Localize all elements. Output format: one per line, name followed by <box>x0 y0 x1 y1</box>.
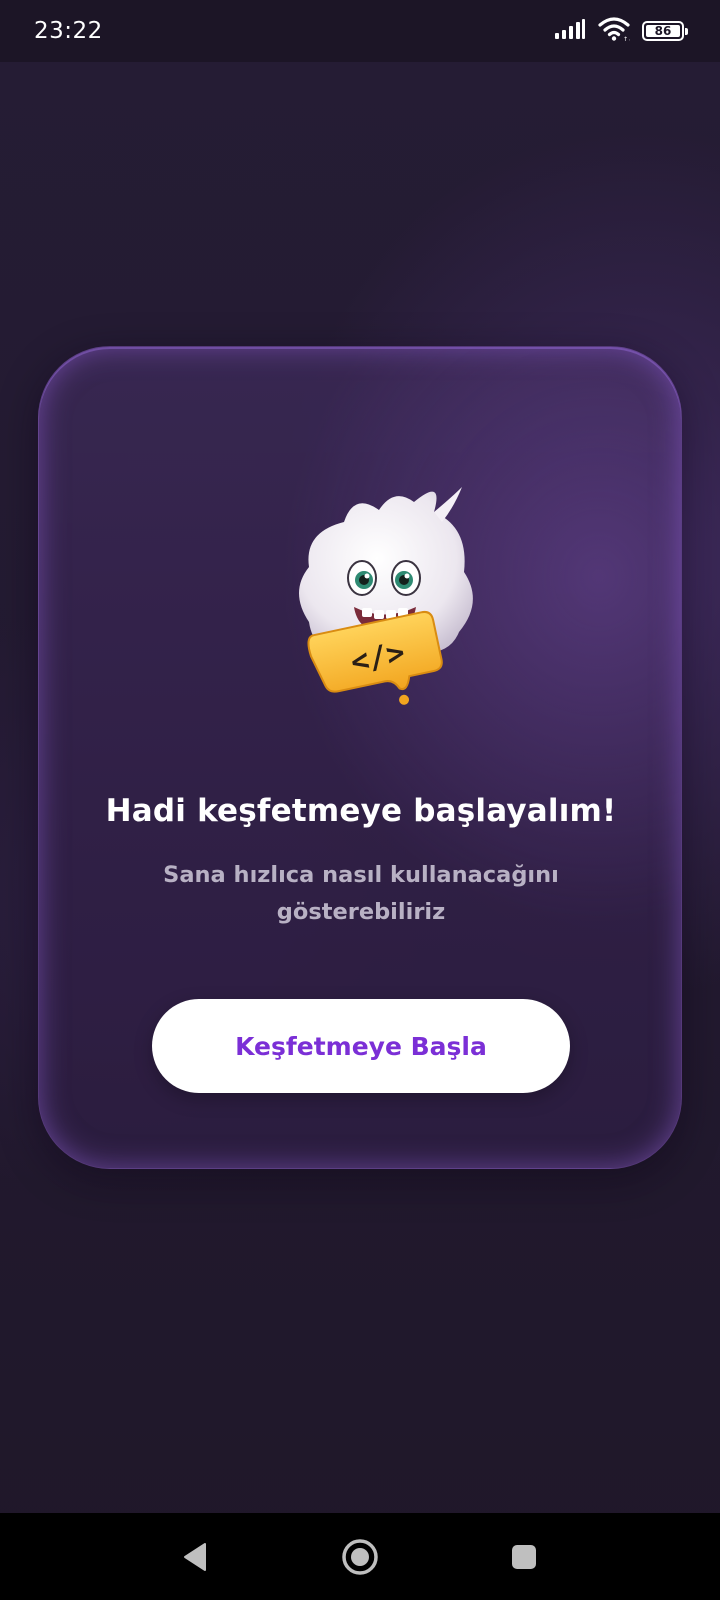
wifi-icon: ↑↓ <box>598 17 633 45</box>
status-bar: 23:22 ↑↓ <box>0 0 720 62</box>
status-time: 23:22 <box>34 18 103 44</box>
onboarding-screen: 23:22 ↑↓ <box>0 0 720 1600</box>
battery-icon: 86 <box>642 21 688 41</box>
recents-icon[interactable] <box>502 1535 546 1579</box>
mascot-illustration: </> <box>299 487 473 705</box>
home-icon[interactable] <box>338 1535 382 1579</box>
signal-icon <box>554 19 586 43</box>
status-icons: ↑↓ 86 <box>554 17 688 45</box>
onboarding-card: </> Hadi keşfetmeye başlayalım! Sana hız… <box>38 346 682 1169</box>
back-icon[interactable] <box>173 1535 217 1579</box>
card-subtitle: Sana hızlıca nasıl kullanacağını göstere… <box>163 862 559 925</box>
battery-level: 86 <box>654 24 672 38</box>
svg-text:↑↓: ↑↓ <box>623 36 630 41</box>
navigation-bar <box>0 1513 720 1600</box>
card-title: Hadi keşfetmeye başlayalım! <box>105 793 617 829</box>
start-exploring-button[interactable]: Keşfetmeye Başla <box>152 999 570 1093</box>
